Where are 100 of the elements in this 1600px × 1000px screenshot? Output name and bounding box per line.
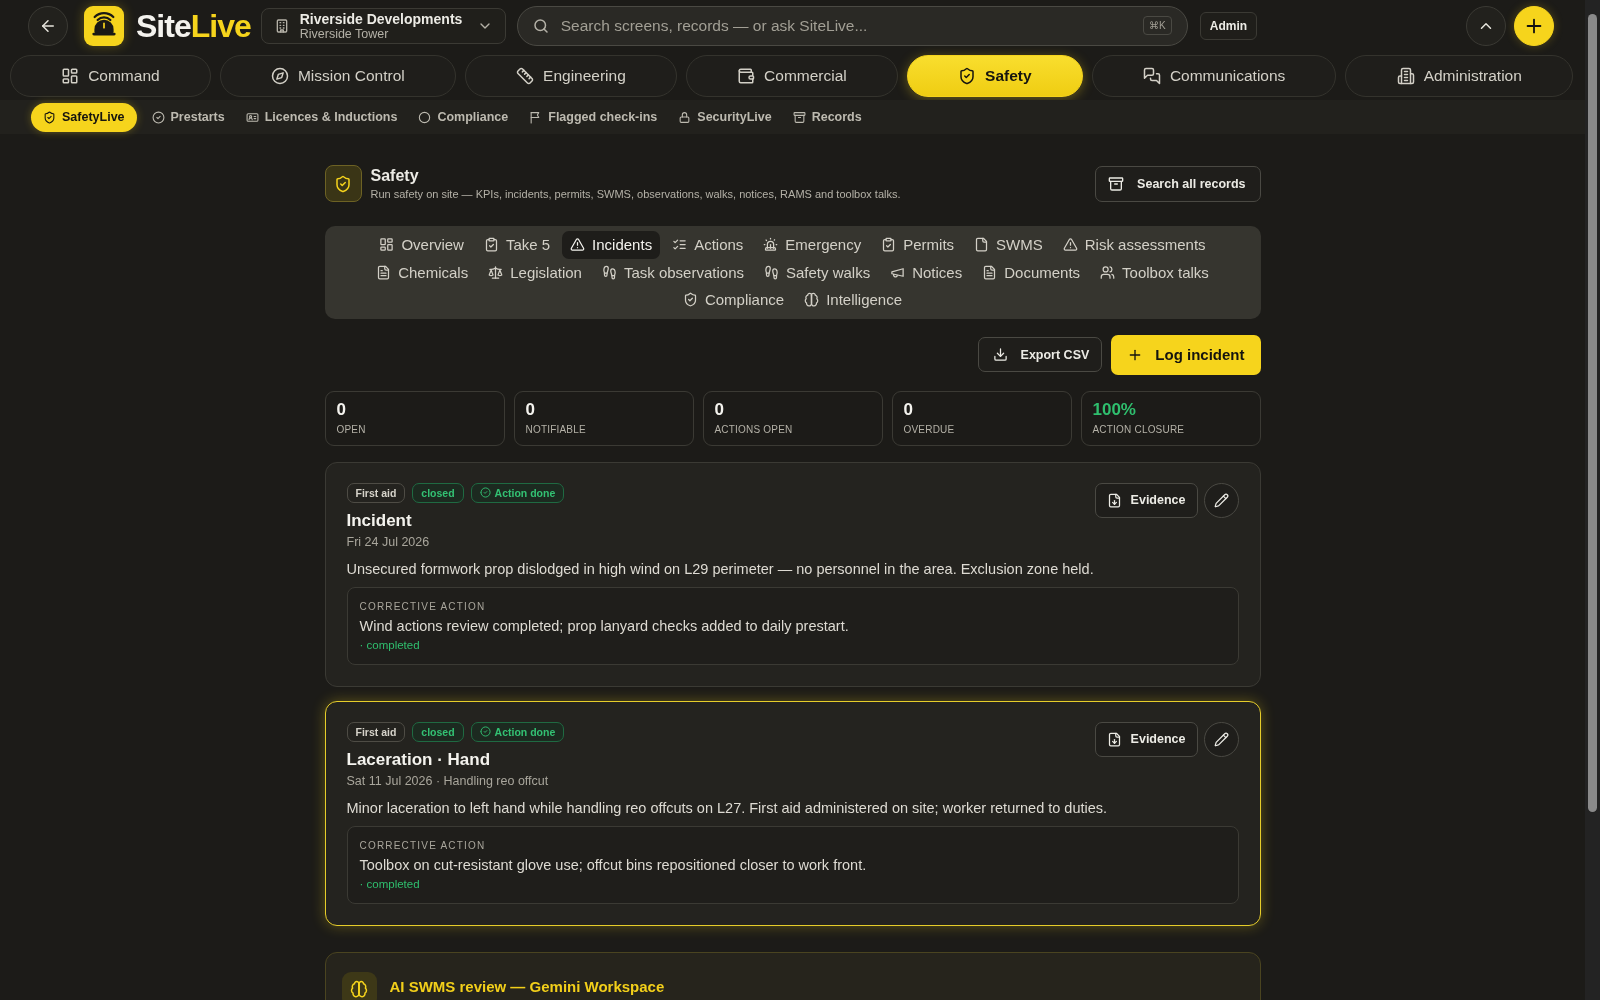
archive-box-icon xyxy=(1108,175,1125,192)
wallet-icon xyxy=(737,67,756,85)
stat-value: 0 xyxy=(714,399,725,420)
module-tab[interactable]: Commercial xyxy=(685,55,898,97)
section-tab[interactable]: Intelligence xyxy=(796,286,911,314)
section-tab[interactable]: Take 5 xyxy=(475,231,559,259)
search-records-button[interactable]: Search all records xyxy=(1095,165,1261,202)
stat-value: 0 xyxy=(525,399,536,420)
padlock-icon xyxy=(678,110,692,124)
section-tab[interactable]: Chemicals xyxy=(368,258,477,286)
evidence-button[interactable]: Evidence xyxy=(1094,721,1198,757)
subnav-tab[interactable]: Licences & Inductions xyxy=(235,102,408,132)
id-card-icon xyxy=(245,110,259,124)
text-document-icon xyxy=(376,264,392,280)
archive-box-icon xyxy=(792,110,806,124)
section-tab[interactable]: Toolbox talks xyxy=(1092,258,1217,286)
status-badge: closed xyxy=(412,721,464,742)
shield-check-icon xyxy=(682,292,698,308)
add-button[interactable] xyxy=(1514,6,1554,46)
compass-icon xyxy=(270,67,289,85)
log-incident-button[interactable]: Log incident xyxy=(1111,334,1261,375)
office-building-icon xyxy=(1396,67,1415,85)
search-icon xyxy=(531,17,550,35)
corrective-action-text: Wind actions review completed; prop lanyard checks added to daily prestart. xyxy=(359,617,850,634)
subnav-tab[interactable]: Compliance xyxy=(408,102,519,132)
section-tab[interactable]: Permits xyxy=(873,231,963,259)
section-tab[interactable]: Actions xyxy=(664,231,752,259)
stat-label: OPEN xyxy=(336,423,367,435)
export-button[interactable]: Export CSV xyxy=(977,337,1103,372)
back-arrow-icon xyxy=(39,17,57,35)
chat-bubbles-icon xyxy=(1142,67,1161,85)
ruler-icon xyxy=(516,67,535,85)
check-circle-icon xyxy=(479,726,491,737)
section-tab[interactable]: Overview xyxy=(371,231,472,259)
module-tab[interactable]: Command xyxy=(10,55,211,97)
module-tab[interactable]: Engineering xyxy=(464,55,677,97)
warning-triangle-icon xyxy=(1062,237,1078,253)
section-tab[interactable]: SWMS xyxy=(966,231,1051,259)
module-tab[interactable]: Communications xyxy=(1091,55,1337,97)
action-badge: Action done xyxy=(470,721,565,742)
section-tab[interactable]: Documents xyxy=(974,258,1089,286)
role-badge: Admin xyxy=(1199,12,1258,40)
scrollbar[interactable] xyxy=(1585,0,1600,1000)
brain-icon xyxy=(341,971,377,1000)
clipboard-check-icon xyxy=(483,237,499,253)
section-tab[interactable]: Incidents xyxy=(562,231,661,259)
incident-description: Minor laceration to left hand while handling reo offcuts on L27. First aid administered on site; worker returned to duties. xyxy=(346,799,1109,816)
stat-label: NOTIFIABLE xyxy=(525,423,587,435)
module-tab[interactable]: Administration xyxy=(1345,55,1573,97)
section-tab[interactable]: Safety walks xyxy=(756,258,879,286)
brain-icon xyxy=(804,292,820,308)
download-icon xyxy=(992,347,1008,362)
warning-triangle-icon xyxy=(570,237,586,253)
edit-button[interactable] xyxy=(1203,721,1239,757)
type-badge: First aid xyxy=(346,721,406,742)
file-download-icon xyxy=(1106,492,1122,508)
stat-label: ACTIONS OPEN xyxy=(714,423,794,435)
incident-date: Fri 24 Jul 2026 xyxy=(346,534,431,549)
subnav-tab[interactable]: Flagged check-ins xyxy=(519,102,668,132)
check-circle-icon xyxy=(151,110,165,124)
footprints-icon xyxy=(764,264,779,280)
text-document-icon xyxy=(982,264,998,280)
stat-value: 0 xyxy=(336,399,347,420)
section-tab[interactable]: Compliance xyxy=(674,286,793,314)
project-selector[interactable]: Riverside Developments Riverside Tower xyxy=(260,8,506,44)
section-tab[interactable]: Emergency xyxy=(755,231,870,259)
shield-check-icon xyxy=(43,110,56,124)
module-tab[interactable]: Safety xyxy=(906,55,1083,97)
brand-name: SiteLive xyxy=(136,7,251,46)
back-button[interactable] xyxy=(28,6,68,46)
siren-icon xyxy=(763,237,779,253)
dashboard-grid-icon xyxy=(61,67,80,85)
incident-title: Laceration · Hand xyxy=(346,749,492,770)
stat-label: OVERDUE xyxy=(903,423,956,435)
module-tab[interactable]: Mission Control xyxy=(219,55,456,97)
edit-button[interactable] xyxy=(1203,482,1239,518)
shield-check-icon xyxy=(324,165,362,202)
corrective-action-heading: CORRECTIVE ACTION xyxy=(359,839,487,851)
page-title: Safety xyxy=(370,167,420,185)
action-badge: Action done xyxy=(470,482,565,503)
stat-value: 0 xyxy=(903,399,914,420)
evidence-button[interactable]: Evidence xyxy=(1094,482,1198,518)
subnav-tab[interactable]: Prestarts xyxy=(141,102,235,132)
section-tab[interactable]: Task observations xyxy=(593,258,752,286)
corrective-action-heading: CORRECTIVE ACTION xyxy=(359,600,487,612)
subnav-tab[interactable]: SecurityLive xyxy=(668,102,782,132)
shortcut-key: ⌘K xyxy=(1143,16,1172,35)
hard-hat-logo xyxy=(84,6,124,46)
balance-scale-icon xyxy=(488,264,504,280)
type-badge: First aid xyxy=(346,482,406,503)
section-tab[interactable]: Risk assessments xyxy=(1054,231,1214,259)
subnav-tab[interactable]: Records xyxy=(782,102,872,132)
stat-label: ACTION CLOSURE xyxy=(1092,423,1186,435)
section-tab[interactable]: Legislation xyxy=(480,258,590,286)
incident-description: Unsecured formwork prop dislodged in high wind on L29 perimeter — no personnel in the area. Exclusion zone held. xyxy=(346,560,1095,577)
incident-date: Sat 11 Jul 2026 · Handling reo offcut xyxy=(346,773,550,788)
subnav-tab[interactable]: SafetyLive xyxy=(31,102,137,132)
incident-title: Incident xyxy=(346,510,413,531)
footprints-icon xyxy=(601,264,617,280)
section-tab[interactable]: Notices xyxy=(882,258,971,286)
